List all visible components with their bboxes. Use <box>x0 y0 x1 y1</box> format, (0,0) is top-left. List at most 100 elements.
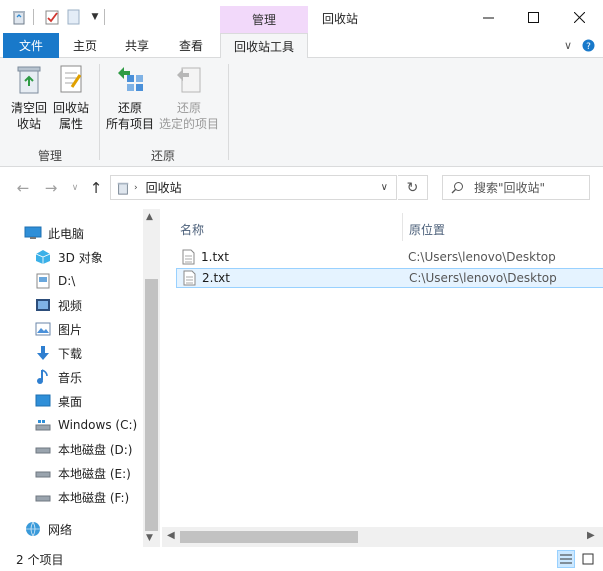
nav-item-label: 下载 <box>58 346 83 361</box>
refresh-icon: ↻ <box>406 179 419 196</box>
local-disk-icon <box>34 441 52 457</box>
desktop-icon <box>34 393 52 409</box>
nav-item-windows-c[interactable]: Windows (C:) <box>34 414 137 436</box>
tab-recycle-bin-tools[interactable]: 回收站工具 <box>220 33 308 59</box>
horizontal-scroll-thumb[interactable] <box>180 531 358 543</box>
network-icon <box>24 521 42 537</box>
download-icon <box>34 345 52 361</box>
address-bar[interactable]: › 回收站 ∨ <box>110 175 397 200</box>
file-list: 名称 原位置 1.txt C:\Users\lenovo\Desktop 2.t… <box>162 209 603 547</box>
nav-item-label: 桌面 <box>58 394 83 409</box>
refresh-button[interactable]: ↻ <box>398 175 428 200</box>
nav-item-label: 此电脑 <box>48 226 85 241</box>
column-header-name[interactable]: 名称 <box>180 217 204 241</box>
empty-recycle-bin-label-2: 收站 <box>16 117 41 131</box>
maximize-button[interactable] <box>511 4 555 30</box>
nav-item-label: 图片 <box>58 322 83 337</box>
table-row[interactable]: 2.txt C:\Users\lenovo\Desktop <box>176 268 603 288</box>
file-list-horizontal-scrollbar[interactable]: ◀ ▶ <box>162 527 603 547</box>
music-icon <box>34 369 52 385</box>
breadcrumb-chevron-icon[interactable]: › <box>134 183 138 193</box>
tab-home[interactable]: 主页 <box>64 33 106 58</box>
drive-document-icon <box>34 273 52 289</box>
nav-item-label: 3D 对象 <box>58 250 103 265</box>
group-label-manage: 管理 <box>38 149 63 163</box>
close-button[interactable] <box>557 4 601 30</box>
scroll-right-icon[interactable]: ▶ <box>587 530 595 541</box>
restore-selected-label-2: 选定的项目 <box>158 117 219 131</box>
nav-item-label: 本地磁盘 (D:) <box>58 442 133 457</box>
file-location: C:\Users\lenovo\Desktop <box>408 250 556 264</box>
picture-folder-icon <box>34 321 52 337</box>
ribbon-tab-strip: 文件 主页 共享 查看 回收站工具 ∨ ? <box>0 33 603 59</box>
nav-item-pictures[interactable]: 图片 <box>34 318 82 340</box>
properties-label-2: 属性 <box>58 117 83 131</box>
svg-text:?: ? <box>586 42 591 52</box>
nav-item-music[interactable]: 音乐 <box>34 366 82 388</box>
scroll-left-icon[interactable]: ◀ <box>167 530 175 541</box>
file-location: C:\Users\lenovo\Desktop <box>409 271 557 285</box>
search-placeholder: 搜索"回收站" <box>474 181 546 195</box>
nav-item-3d-objects[interactable]: 3D 对象 <box>34 246 103 268</box>
nav-pane-scrollbar[interactable]: ▲ ▼ <box>143 209 160 547</box>
tab-share[interactable]: 共享 <box>116 33 158 58</box>
status-bar: 2 个项目 <box>0 547 603 571</box>
nav-item-label: Windows (C:) <box>58 418 138 432</box>
restore-selected-label-1: 还原 <box>176 101 201 115</box>
address-path[interactable]: 回收站 <box>146 179 182 196</box>
scroll-down-icon[interactable]: ▼ <box>146 533 153 543</box>
nav-item-network[interactable]: 网络 <box>24 518 72 540</box>
column-header-original-location[interactable]: 原位置 <box>409 217 445 241</box>
file-name: 2.txt <box>202 271 230 285</box>
title-bar: ▼ 管理 回收站 <box>0 0 603 33</box>
nav-item-d-drive[interactable]: D:\ <box>34 270 75 292</box>
recent-locations-icon[interactable]: ∨ <box>66 183 84 193</box>
group-label-restore: 还原 <box>151 149 176 163</box>
search-input[interactable]: 搜索"回收站" <box>442 175 590 200</box>
properties-label-1: 回收站 <box>52 101 89 115</box>
empty-recycle-bin-icon <box>12 62 46 96</box>
properties-icon <box>54 62 88 96</box>
3d-objects-icon <box>34 249 52 265</box>
navigation-pane: 此电脑 3D 对象 D:\ 视频 图片 下载 音乐 桌面 Windows (C:… <box>0 209 160 547</box>
nav-item-downloads[interactable]: 下载 <box>34 342 82 364</box>
nav-item-local-disk-e[interactable]: 本地磁盘 (E:) <box>34 462 131 484</box>
customize-quick-access-icon[interactable]: ▼ <box>86 8 104 26</box>
forward-arrow-icon[interactable]: → <box>42 179 60 197</box>
large-icons-view-icon[interactable] <box>579 550 597 568</box>
details-view-icon[interactable] <box>557 550 575 568</box>
window-title: 回收站 <box>322 12 359 26</box>
ribbon: 清空回 收站 回收站 属性 还原 所有项目 还原 选定的项目 管理 还原 <box>0 58 603 167</box>
restore-selected-button[interactable]: 还原 选定的项目 <box>158 62 220 132</box>
empty-recycle-bin-button[interactable]: 清空回 收站 <box>9 62 49 132</box>
nav-item-desktop[interactable]: 桌面 <box>34 390 82 412</box>
file-name: 1.txt <box>201 250 229 264</box>
search-icon <box>451 181 464 194</box>
back-arrow-icon[interactable]: ← <box>14 179 32 197</box>
context-tab-header: 管理 <box>220 6 308 33</box>
table-row[interactable]: 1.txt C:\Users\lenovo\Desktop <box>176 247 603 267</box>
text-file-icon <box>182 249 195 265</box>
properties-quick-access-icon[interactable] <box>43 8 61 26</box>
restore-all-button[interactable]: 还原 所有项目 <box>104 62 156 132</box>
pc-icon <box>24 225 42 241</box>
nav-item-videos[interactable]: 视频 <box>34 294 82 316</box>
nav-item-label: 视频 <box>58 298 83 313</box>
new-folder-quick-access-icon[interactable] <box>65 8 83 26</box>
nav-item-this-pc[interactable]: 此电脑 <box>24 222 84 244</box>
scroll-up-icon[interactable]: ▲ <box>146 212 153 222</box>
address-dropdown-icon[interactable]: ∨ <box>381 182 388 193</box>
scroll-thumb[interactable] <box>145 279 158 531</box>
tab-view[interactable]: 查看 <box>170 33 212 58</box>
local-disk-icon <box>34 489 52 505</box>
up-arrow-icon[interactable]: ↑ <box>87 179 105 197</box>
nav-item-local-disk-d[interactable]: 本地磁盘 (D:) <box>34 438 132 460</box>
restore-all-icon <box>113 62 147 96</box>
help-icon[interactable]: ? <box>582 39 595 55</box>
minimize-button[interactable] <box>466 4 510 30</box>
recycle-bin-properties-button[interactable]: 回收站 属性 <box>51 62 91 132</box>
collapse-ribbon-icon[interactable]: ∨ <box>564 39 572 52</box>
video-folder-icon <box>34 297 52 313</box>
tab-file[interactable]: 文件 <box>3 33 59 58</box>
nav-item-local-disk-f[interactable]: 本地磁盘 (F:) <box>34 486 129 508</box>
